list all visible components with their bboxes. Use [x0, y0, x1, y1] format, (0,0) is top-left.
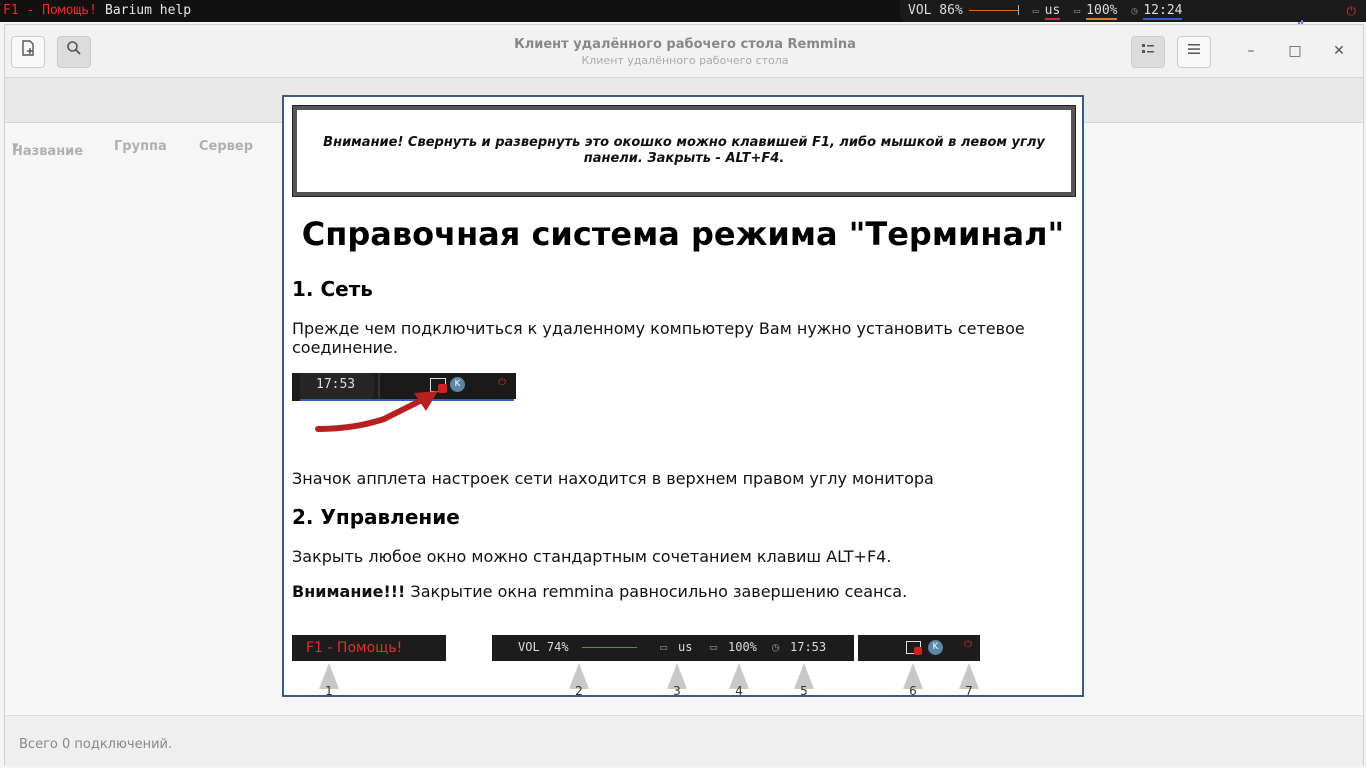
close-icon: ✕ [1333, 43, 1345, 59]
keyboard-layout-icon: K [928, 640, 943, 655]
section-network-heading: 1. Сеть [292, 277, 373, 301]
clock: 12:24 [1143, 3, 1183, 20]
battery-icon: ▭ [710, 640, 718, 654]
minimize-button[interactable]: – [1240, 40, 1262, 62]
warning-label: Внимание!!! [292, 582, 406, 601]
keyboard-layout[interactable]: us [1044, 3, 1061, 20]
callout-number: 5 [800, 684, 808, 697]
notice-box: Внимание! Свернуть и развернуть это окош… [292, 105, 1076, 197]
illustration-status-area: VOL 74% ▭ us ▭ 100% ◷ 17:53 [492, 635, 854, 661]
callout-number: 3 [673, 684, 681, 697]
connection-count: Всего 0 подключений. [19, 737, 173, 752]
keyboard-icon: ▭ [1032, 6, 1039, 17]
keyboard-icon: ▭ [660, 640, 668, 654]
column-group[interactable]: Группа [114, 139, 167, 154]
list-view-icon [1142, 44, 1154, 53]
illustration-layout: us [678, 640, 693, 654]
active-window-title: Barium help [105, 3, 192, 18]
help-toggle-button[interactable]: F1 - Помощь! [3, 0, 97, 22]
warning-text: Внимание!!! Закрытие окна remmina равнос… [292, 582, 908, 601]
callout-number: 7 [965, 684, 973, 697]
illustration-clock-2: 17:53 [790, 640, 827, 654]
view-mode-button[interactable] [1131, 36, 1165, 68]
minimize-icon: – [1247, 43, 1255, 59]
callout-number: 2 [575, 684, 583, 697]
section-control-text: Закрыть любое окно можно стандартным соч… [292, 547, 892, 566]
power-icon[interactable]: ⏻ [1347, 0, 1357, 22]
callout-number: 6 [909, 684, 917, 697]
network-caption: Значок апплета настроек сети находится в… [292, 469, 934, 488]
column-server[interactable]: Сервер [199, 139, 253, 154]
maximize-icon: □ [1288, 43, 1302, 59]
help-title: Справочная система режима "Терминал" [301, 215, 1065, 253]
notice-text: Внимание! Свернуть и развернуть это окош… [323, 135, 1045, 166]
battery-level: 100% [1086, 3, 1118, 20]
clock-icon: ◷ [772, 640, 780, 654]
battery-icon: ▭ [1074, 6, 1081, 17]
section-control-heading: 2. Управление [292, 505, 460, 529]
illustration-volume: VOL 74% [518, 640, 569, 654]
power-icon: ⏻ [964, 639, 972, 650]
section-network-text: Прежде чем подключиться к удаленному ком… [292, 319, 1025, 357]
keyboard-layout-icon: K [450, 377, 465, 392]
illustration-tray-2: K ⏻ [858, 635, 980, 661]
panel-illustration: F1 - Помощь! VOL 74% ▭ us ▭ 100% ◷ 17:53… [292, 635, 982, 661]
header-bar: Клиент удалённого рабочего стола Remmina… [5, 25, 1363, 78]
main-menu-button[interactable] [1177, 36, 1211, 68]
volume-slider[interactable] [968, 5, 1019, 15]
maximize-button[interactable]: □ [1284, 40, 1306, 62]
status-bar: Всего 0 подключений. [5, 715, 1363, 766]
clock-icon: ◷ [1131, 6, 1138, 17]
hamburger-menu-icon [1188, 44, 1200, 54]
network-disconnected-icon [914, 647, 922, 655]
illustration-f1-label: F1 - Помощь! [292, 635, 446, 661]
callout-number: 4 [735, 684, 743, 697]
red-arrow-icon [315, 391, 438, 432]
callout-number: 1 [325, 684, 333, 697]
power-icon: ⏻ [498, 377, 506, 388]
help-window: Внимание! Свернуть и развернуть это окош… [282, 95, 1084, 697]
system-tray: ⏻ [1232, 0, 1366, 29]
top-panel: F1 - Помощь! Barium help VOL 86% ▭ us ▭ 10… [0, 0, 1366, 29]
status-area: VOL 86% ▭ us ▭ 100% ◷ 12:24 [900, 0, 1238, 22]
column-name[interactable]: Название ▾ [12, 139, 83, 159]
volume-indicator[interactable]: VOL 86% [908, 3, 963, 18]
close-button[interactable]: ✕ [1328, 40, 1350, 62]
illustration-battery: 100% [728, 640, 757, 654]
